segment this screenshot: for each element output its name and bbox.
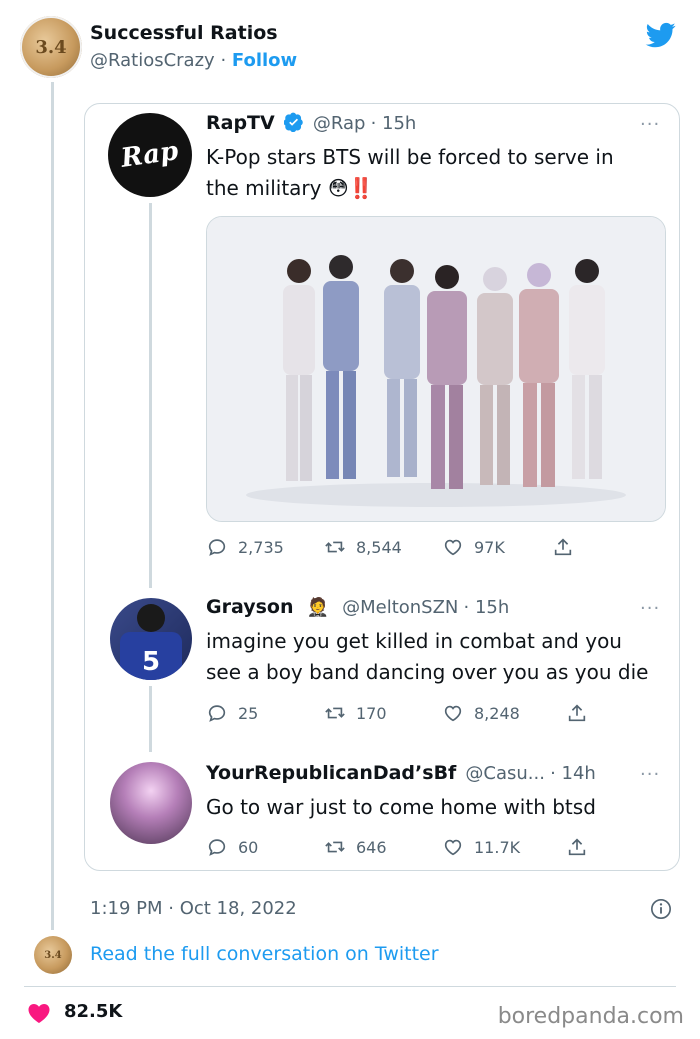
raptv-logo-text: Rap [119,136,181,174]
avatar-text: 3.4 [44,949,62,961]
follow-button[interactable]: Follow [232,50,297,71]
total-likes-count: 82.5K [64,1001,123,1022]
retweet-icon [325,707,345,719]
retweet-button[interactable]: 646 [324,836,442,858]
account-handle-line: @RatiosCrazy · Follow [90,50,297,71]
reply-count: 2,735 [238,537,284,557]
raptv-tweet-text: K-Pop stars BTS will be forced to serve … [206,142,656,204]
yrd-tweet-text: Go to war just to come home with btsd [206,795,596,819]
info-icon[interactable] [650,898,672,920]
yrd-header: YourRepublicanDad’sBf @Casu... · 14h [206,762,596,784]
yrd-handle[interactable]: @Casu... [465,763,545,784]
reply-thread-line [149,203,152,588]
more-options-icon[interactable]: ··· [640,598,662,619]
yourrepublicandadsbf-avatar[interactable] [110,762,192,844]
reply-button[interactable]: 2,735 [206,536,324,558]
tweet-photo[interactable] [206,216,666,522]
separator: · [220,50,227,71]
reply-icon [208,839,226,856]
like-button[interactable]: 11.7K [442,836,566,858]
share-icon [554,538,572,556]
more-options-icon[interactable]: ··· [640,114,662,135]
share-icon [568,704,586,722]
reply-count: 25 [238,703,259,723]
group-photo-illustration [207,217,665,521]
verified-badge-icon [283,112,303,133]
grayson-time[interactable]: · 15h [464,597,510,618]
tweet-timestamp[interactable]: 1:19 PM · Oct 18, 2022 [90,898,297,919]
yrd-time[interactable]: · 14h [550,763,596,784]
like-count: 8,248 [474,703,520,723]
account-avatar[interactable]: 3.4 [20,16,82,78]
heart-icon [444,539,462,556]
like-button[interactable]: 8,248 [442,702,566,724]
share-button[interactable] [566,702,588,724]
retweet-icon [325,541,345,553]
grayson-handle[interactable]: @MeltonSZN [342,597,458,618]
grayson-action-bar: 25 170 8,248 [206,702,606,724]
retweet-count: 646 [356,837,387,857]
raptv-handle[interactable]: @Rap [313,113,366,134]
yrd-name[interactable]: YourRepublicanDad’sBf [206,762,456,784]
reply-count: 60 [238,837,259,857]
raptv-time[interactable]: · 15h [371,113,417,134]
jersey-illustration: 5 [120,604,182,680]
divider [24,986,676,987]
avatar-text: 3.4 [35,36,67,58]
heart-icon[interactable] [27,1002,51,1024]
retweet-button[interactable]: 8,544 [324,536,442,558]
retweet-count: 8,544 [356,537,402,557]
like-count: 11.7K [474,837,521,857]
account-handle[interactable]: @RatiosCrazy [90,50,215,71]
tweet-text-line: the military 😳‼️ [206,176,374,200]
thread-line [51,82,54,930]
retweet-count: 170 [356,703,387,723]
account-avatar-small[interactable]: 3.4 [34,936,72,974]
tweet-text-line: imagine you get killed in combat and you [206,629,622,653]
grayson-tweet-text: imagine you get killed in combat and you… [206,626,666,688]
grayson-name[interactable]: Grayson [206,596,293,618]
reply-button[interactable]: 25 [206,702,324,724]
read-full-conversation-link[interactable]: Read the full conversation on Twitter [90,943,439,965]
grayson-avatar[interactable]: 5 [110,598,192,680]
jersey-number: 5 [142,647,160,677]
reply-icon [208,539,226,556]
twitter-bird-icon[interactable] [644,20,678,50]
like-count: 97K [474,537,505,557]
tweet-text-line: see a boy band dancing over you as you d… [206,660,649,684]
man-in-tuxedo-emoji: 🤵 [306,597,329,618]
raptv-action-bar: 2,735 8,544 97K [206,536,606,558]
raptv-avatar[interactable]: Rap [108,113,192,197]
raptv-header: RapTV @Rap · 15h [206,112,416,134]
retweet-button[interactable]: 170 [324,702,442,724]
raptv-name[interactable]: RapTV [206,112,275,134]
heart-icon [444,705,462,722]
share-icon [568,838,586,856]
reply-icon [208,705,226,722]
reply-thread-line [149,686,152,752]
share-button[interactable] [566,836,588,858]
account-name[interactable]: Successful Ratios [90,22,278,44]
reply-button[interactable]: 60 [206,836,324,858]
grayson-header: Grayson 🤵 @MeltonSZN · 15h [206,596,509,618]
share-button[interactable] [552,536,574,558]
heart-icon [444,839,462,856]
boredpanda-watermark: boredpanda.com [497,1004,684,1029]
retweet-icon [325,841,345,853]
tweet-text-line: K-Pop stars BTS will be forced to serve … [206,145,614,169]
more-options-icon[interactable]: ··· [640,764,662,785]
like-button[interactable]: 97K [442,536,552,558]
yrd-action-bar: 60 646 11.7K [206,836,606,858]
